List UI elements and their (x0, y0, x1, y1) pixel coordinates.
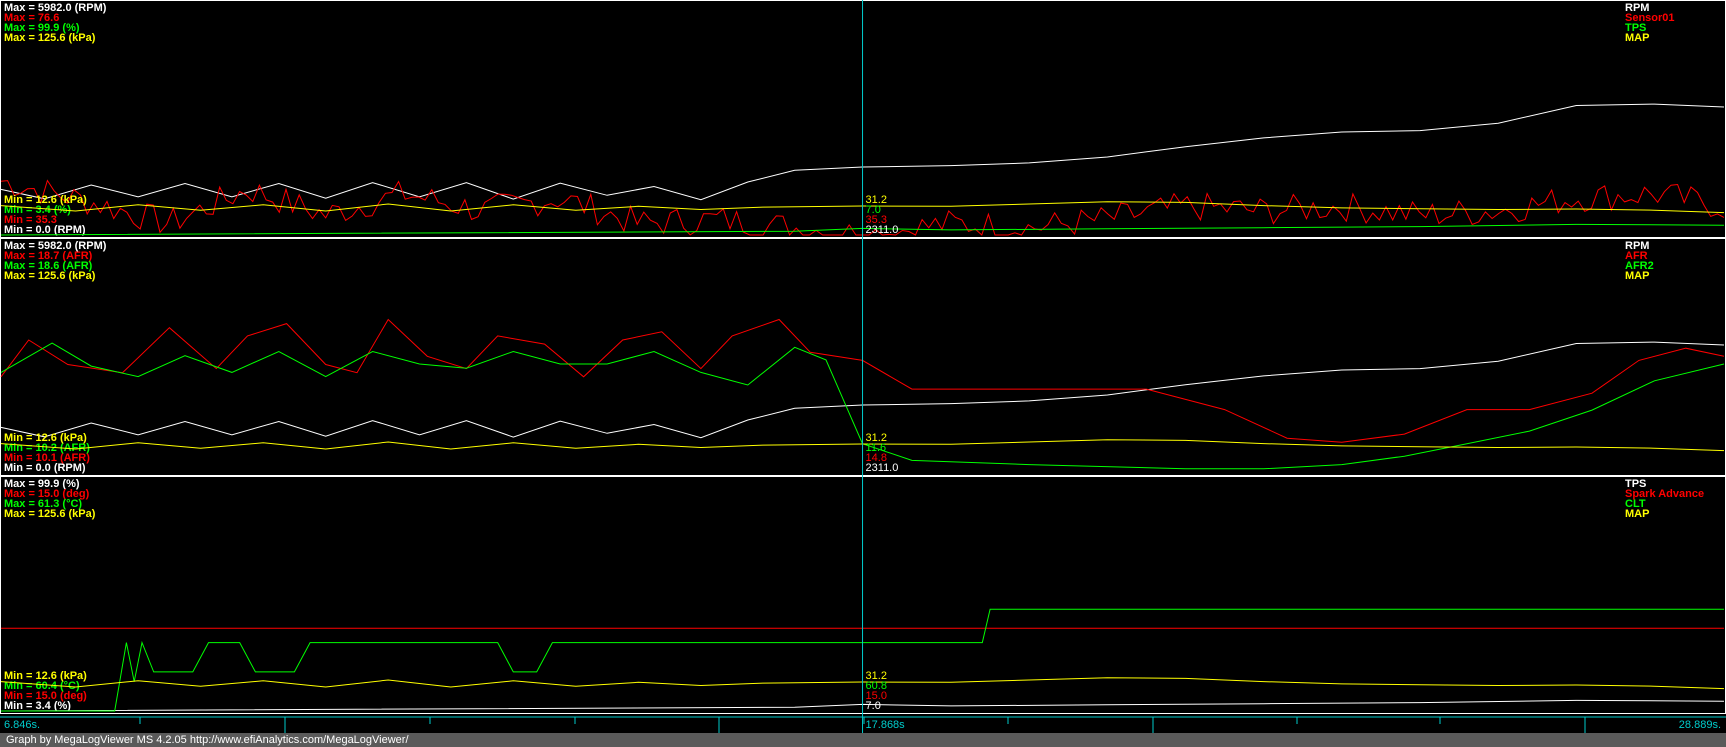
panel-3-cursor-value: 7.0 (866, 700, 881, 712)
footer-credit: Graph by MegaLogViewer MS 4.2.05 http://… (0, 733, 1726, 747)
panel-2-min-label: Min = 12.6 (kPa) (4, 432, 87, 444)
panel-1-cursor-value: 2311.0 (866, 224, 899, 236)
panel-3-max-label: Max = 125.6 (kPa) (4, 508, 96, 520)
panel-1-min-label: Min = 12.6 (kPa) (4, 194, 87, 206)
panel-2-max-label: Max = 125.6 (kPa) (4, 270, 96, 282)
panel-3-legend-entry: MAP (1625, 508, 1649, 520)
time-end-label: 28.889s. (1679, 719, 1721, 731)
time-start-label: 6.846s. (4, 719, 40, 731)
panel-1-legend-entry: MAP (1625, 32, 1649, 44)
panel-3-min-label: Min = 12.6 (kPa) (4, 670, 87, 682)
time-cursor-label: 17.868s (866, 719, 906, 731)
panel-1-max-label: Max = 125.6 (kPa) (4, 32, 96, 44)
log-viewer-chart[interactable]: Max = 5982.0 (RPM) RPMMin = 0.0 (RPM)Max … (0, 0, 1726, 747)
panel-2-cursor-value: 2311.0 (866, 462, 899, 474)
panel-2-legend-entry: MAP (1625, 270, 1649, 282)
